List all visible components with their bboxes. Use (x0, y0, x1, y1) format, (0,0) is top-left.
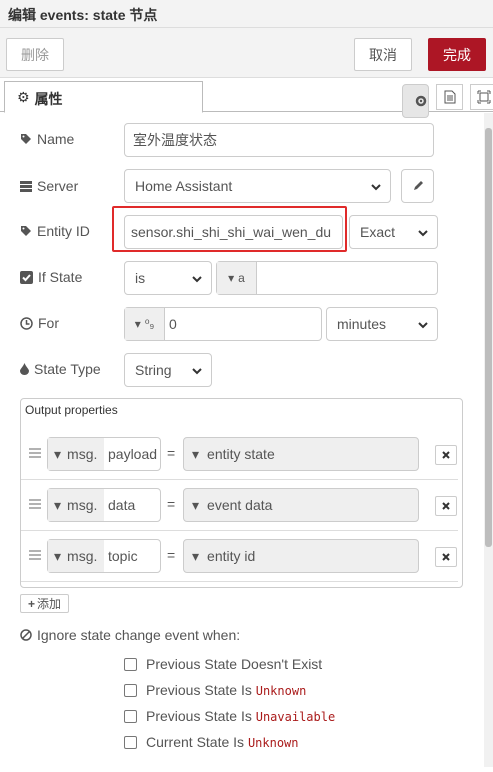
output-row: ▾ msg. payload = ▾ entity state (21, 429, 458, 480)
pencil-icon (413, 181, 423, 190)
chevron-down-icon (418, 230, 428, 237)
add-output-button[interactable]: + 添加 (20, 594, 69, 613)
number-type-selector[interactable]: ▾ ⁰₉ (125, 308, 165, 340)
caret-down-icon: ▾ (54, 445, 62, 462)
output-row: ▾ msg. data = ▾ event data (21, 480, 458, 531)
dialog-title: 编辑 events: state 节点 (8, 7, 158, 23)
string-type-icon: a (238, 271, 245, 285)
remove-row-button[interactable] (435, 547, 457, 567)
for-value-input[interactable]: ▾ ⁰₉ 0 (124, 307, 322, 341)
tag-icon (21, 134, 31, 144)
msg-type-selector[interactable]: ▾ msg. (48, 438, 104, 470)
server-label: Server (20, 176, 78, 196)
settings-gear-icon[interactable] (402, 84, 429, 118)
caret-down-icon: ▾ (54, 547, 62, 564)
remove-row-button[interactable] (435, 445, 457, 465)
appearance-frame-icon[interactable] (470, 84, 493, 110)
entity-id-label: Entity ID (20, 221, 90, 241)
remove-row-button[interactable] (435, 496, 457, 516)
msg-type-selector[interactable]: ▾ msg. (48, 540, 104, 572)
drag-handle-icon[interactable] (29, 448, 41, 458)
description-document-icon[interactable] (436, 84, 463, 110)
gear-icon: ⚙ (17, 89, 30, 105)
tint-drop-icon (20, 363, 29, 375)
for-unit-select[interactable]: minutes (326, 307, 438, 341)
cancel-button[interactable]: 取消 (354, 38, 412, 71)
drag-handle-icon[interactable] (29, 499, 41, 509)
output-property-input[interactable]: ▾ msg. topic (47, 539, 161, 573)
checkbox[interactable] (124, 709, 137, 723)
server-select[interactable]: Home Assistant (124, 169, 391, 203)
if-state-operator-select[interactable]: is (124, 261, 212, 295)
output-value-select[interactable]: ▾ entity id (183, 539, 419, 573)
equals-sign: = (167, 445, 176, 461)
entity-id-highlight-box (112, 206, 347, 252)
chevron-down-icon (371, 184, 381, 191)
close-icon (442, 502, 450, 510)
server-icon (20, 181, 32, 192)
toolbar: 删除 取消 完成 (0, 28, 493, 78)
state-type-label: State Type (20, 359, 101, 379)
caret-down-icon: ▾ (192, 496, 200, 513)
equals-sign: = (167, 547, 176, 563)
name-input[interactable]: 室外温度状态 (124, 123, 434, 157)
tag-icon (21, 226, 31, 236)
if-state-label: If State (20, 267, 82, 287)
plus-icon: + (27, 596, 35, 611)
ignore-option-checkbox[interactable]: Previous State Doesn't Exist (124, 656, 322, 672)
name-label: Name (20, 129, 74, 149)
done-button[interactable]: 完成 (428, 38, 486, 71)
type-selector-button[interactable]: ▾ a (217, 262, 257, 294)
output-row: ▾ msg. topic = ▾ entity id (21, 531, 458, 582)
edit-server-button[interactable] (401, 169, 434, 203)
if-state-value-input[interactable]: ▾ a (216, 261, 438, 295)
tab-properties-label: 属性 (34, 91, 63, 107)
checkbox-checked-icon (20, 270, 33, 284)
drag-handle-icon[interactable] (29, 550, 41, 560)
equals-sign: = (167, 496, 176, 512)
tab-properties[interactable]: ⚙ 属性 (4, 81, 203, 113)
output-properties-label: Output properties (25, 403, 118, 417)
close-icon (442, 553, 450, 561)
chevron-down-icon (192, 276, 202, 283)
title-bar: 编辑 events: state 节点 (0, 0, 493, 28)
chevron-down-icon (192, 368, 202, 375)
caret-down-icon: ▾ (192, 547, 200, 564)
close-icon (442, 451, 450, 459)
ignore-option-checkbox[interactable]: Previous State Is Unavailable (124, 708, 335, 724)
scrollbar-thumb[interactable] (485, 128, 492, 547)
output-property-input[interactable]: ▾ msg. data (47, 488, 161, 522)
ignore-heading: Ignore state change event when: (20, 625, 240, 645)
output-value-select[interactable]: ▾ entity state (183, 437, 419, 471)
delete-button[interactable]: 删除 (6, 38, 64, 71)
caret-down-icon: ▾ (54, 496, 62, 513)
ban-icon (20, 629, 32, 641)
output-value-select[interactable]: ▾ event data (183, 488, 419, 522)
chevron-down-icon (418, 322, 428, 329)
ignore-option-checkbox[interactable]: Previous State Is Unknown (124, 682, 306, 698)
number-type-icon: ⁰₉ (144, 317, 155, 331)
state-type-select[interactable]: String (124, 353, 212, 387)
ignore-option-checkbox[interactable]: Current State Is Unknown (124, 734, 299, 750)
for-label: For (20, 313, 59, 333)
msg-type-selector[interactable]: ▾ msg. (48, 489, 104, 521)
checkbox[interactable] (124, 735, 137, 749)
checkbox[interactable] (124, 657, 137, 671)
caret-down-icon: ▾ (228, 271, 235, 285)
entity-match-select[interactable]: Exact (349, 215, 438, 249)
caret-down-icon: ▾ (192, 445, 200, 462)
clock-icon (20, 316, 33, 330)
checkbox[interactable] (124, 683, 137, 697)
output-property-input[interactable]: ▾ msg. payload (47, 437, 161, 471)
caret-down-icon: ▾ (134, 317, 141, 331)
